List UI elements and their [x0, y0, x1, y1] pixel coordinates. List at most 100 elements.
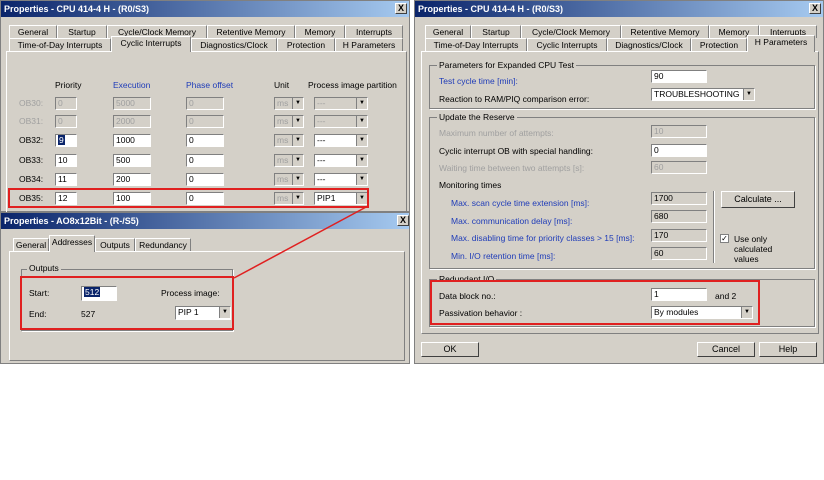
ob30-execution-field: 5000 — [113, 97, 151, 110]
tab-time-of-day-interrupts[interactable]: Time-of-Day Interrupts — [425, 38, 527, 51]
dialog-title: Properties - CPU 414-4 H - (R0/S3) — [415, 1, 823, 17]
ob30-pip-select: --- ▼ — [314, 97, 368, 110]
waiting-time-label: Waiting time between two attempts [s]: — [439, 163, 585, 173]
ob33-priority-field[interactable]: 10 — [55, 154, 77, 167]
tab-protection[interactable]: Protection — [277, 38, 335, 51]
close-icon[interactable]: X — [395, 3, 407, 14]
header-unit: Unit — [274, 80, 290, 90]
tab-diagnostics-clock[interactable]: Diagnostics/Clock — [191, 38, 277, 51]
disabling-time-field: 170 — [651, 229, 707, 242]
cancel-button[interactable]: Cancel — [697, 342, 755, 357]
update-reserve-title: Update the Reserve — [437, 112, 517, 122]
header-process-image-partition: Process image partition — [308, 80, 397, 90]
outputs-group-title: Outputs — [27, 263, 61, 273]
ob34-phase-field[interactable]: 0 — [186, 173, 224, 186]
ob34-priority-field[interactable]: 11 — [55, 173, 77, 186]
ob33-pip-select[interactable]: --- ▼ — [314, 154, 368, 167]
tab-time-of-day-interrupts[interactable]: Time-of-Day Interrupts — [9, 38, 111, 51]
waiting-time-field: 60 — [651, 161, 707, 174]
tab-memory[interactable]: Memory — [295, 25, 345, 38]
header-priority: Priority — [55, 80, 82, 90]
ob30-pip-value: --- — [317, 98, 326, 108]
ob32-execution-field[interactable]: 1000 — [113, 134, 151, 147]
ob31-pip-value: --- — [317, 116, 326, 126]
reaction-value: TROUBLESHOOTING — [654, 89, 740, 99]
monitoring-times-label: Monitoring times — [439, 180, 502, 190]
header-execution: Execution — [113, 80, 151, 90]
close-icon[interactable]: X — [397, 215, 409, 226]
ob33-phase-field[interactable]: 0 — [186, 154, 224, 167]
calculate-button[interactable]: Calculate ... — [721, 191, 795, 208]
chevron-down-icon: ▼ — [356, 155, 367, 166]
chevron-down-icon: ▼ — [743, 89, 754, 100]
tab-interrupts[interactable]: Interrupts — [345, 25, 403, 38]
tab-general[interactable]: General — [9, 25, 57, 38]
chevron-down-icon: ▼ — [292, 135, 303, 146]
cyclic-ob-field[interactable]: 0 — [651, 144, 707, 157]
ob31-label: OB31: — [19, 116, 44, 126]
tab-h-parameters[interactable]: H Parameters — [335, 38, 403, 51]
ob31-unit-select: ms ▼ — [274, 115, 304, 128]
ob34-label: OB34: — [19, 174, 44, 184]
dialog-title: Properties - CPU 414-4 H - (R0/S3) — [1, 1, 409, 17]
outputs-highlight-box — [20, 276, 234, 330]
chevron-down-icon: ▼ — [292, 174, 303, 185]
tab-startup[interactable]: Startup — [471, 25, 521, 38]
tab-retentive-memory[interactable]: Retentive Memory — [207, 25, 295, 38]
separator-line — [713, 191, 715, 263]
chevron-down-icon: ▼ — [292, 98, 303, 109]
ob32-priority-field[interactable]: 9 — [55, 134, 77, 147]
ob31-priority-field: 0 — [55, 115, 77, 128]
ob30-priority-field: 0 — [55, 97, 77, 110]
chevron-down-icon: ▼ — [292, 155, 303, 166]
help-button[interactable]: Help — [759, 342, 817, 357]
ob32-phase-field[interactable]: 0 — [186, 134, 224, 147]
tab-h-parameters[interactable]: H Parameters — [747, 35, 815, 52]
ob31-pip-select: --- ▼ — [314, 115, 368, 128]
test-cycle-field[interactable]: 90 — [651, 70, 707, 83]
ob34-pip-select[interactable]: --- ▼ — [314, 173, 368, 186]
header-phase-offset: Phase offset — [186, 80, 234, 90]
chevron-down-icon: ▼ — [292, 116, 303, 127]
ob32-priority-value: 9 — [58, 135, 65, 145]
ob30-phase-field: 0 — [186, 97, 224, 110]
tab-protection[interactable]: Protection — [691, 38, 747, 51]
tab-cyclic-interrupts[interactable]: Cyclic Interrupts — [527, 38, 607, 51]
ob30-unit-value: ms — [277, 98, 289, 108]
comm-delay-label: Max. communication delay [ms]: — [451, 216, 573, 226]
ob33-unit-value: ms — [277, 155, 289, 165]
chevron-down-icon: ▼ — [356, 98, 367, 109]
tab-retentive-memory[interactable]: Retentive Memory — [621, 25, 709, 38]
scan-extension-field: 1700 — [651, 192, 707, 205]
tab-addresses[interactable]: Addresses — [49, 235, 95, 252]
use-only-calculated-checkbox[interactable]: ✓ — [720, 234, 729, 243]
ob35-highlight-box — [8, 188, 369, 208]
cpu-properties-dialog-left: Properties - CPU 414-4 H - (R0/S3) X Gen… — [0, 0, 410, 213]
ob34-unit-value: ms — [277, 174, 289, 184]
ob32-pip-select[interactable]: --- ▼ — [314, 134, 368, 147]
reaction-select[interactable]: TROUBLESHOOTING ▼ — [651, 88, 755, 101]
ob33-execution-field[interactable]: 500 — [113, 154, 151, 167]
close-icon[interactable]: X — [809, 3, 821, 14]
test-cycle-label: Test cycle time [min]: — [439, 76, 518, 86]
tab-general[interactable]: General — [425, 25, 471, 38]
use-only-label-3: values — [734, 254, 759, 264]
tab-cycle-clock-memory[interactable]: Cycle/Clock Memory — [521, 25, 621, 38]
max-attempts-field: 10 — [651, 125, 707, 138]
tab-diagnostics-clock[interactable]: Diagnostics/Clock — [607, 38, 691, 51]
ob34-execution-field[interactable]: 200 — [113, 173, 151, 186]
tab-outputs[interactable]: Outputs — [95, 238, 135, 251]
tab-general[interactable]: General — [13, 238, 49, 251]
reaction-label: Reaction to RAM/PIQ comparison error: — [439, 94, 590, 104]
tab-cyclic-interrupts[interactable]: Cyclic Interrupts — [111, 36, 191, 52]
ob33-pip-value: --- — [317, 155, 326, 165]
tab-redundancy[interactable]: Redundancy — [135, 238, 191, 251]
chevron-down-icon: ▼ — [356, 174, 367, 185]
tab-startup[interactable]: Startup — [57, 25, 107, 38]
ok-button[interactable]: OK — [421, 342, 479, 357]
ob32-unit-select: ms ▼ — [274, 134, 304, 147]
ob32-label: OB32: — [19, 135, 44, 145]
redundant-io-highlight-box — [430, 280, 760, 325]
scan-extension-label: Max. scan cycle time extension [ms]: — [451, 198, 590, 208]
dialog-title: Properties - AO8x12Bit - (R-/S5) — [1, 213, 409, 229]
